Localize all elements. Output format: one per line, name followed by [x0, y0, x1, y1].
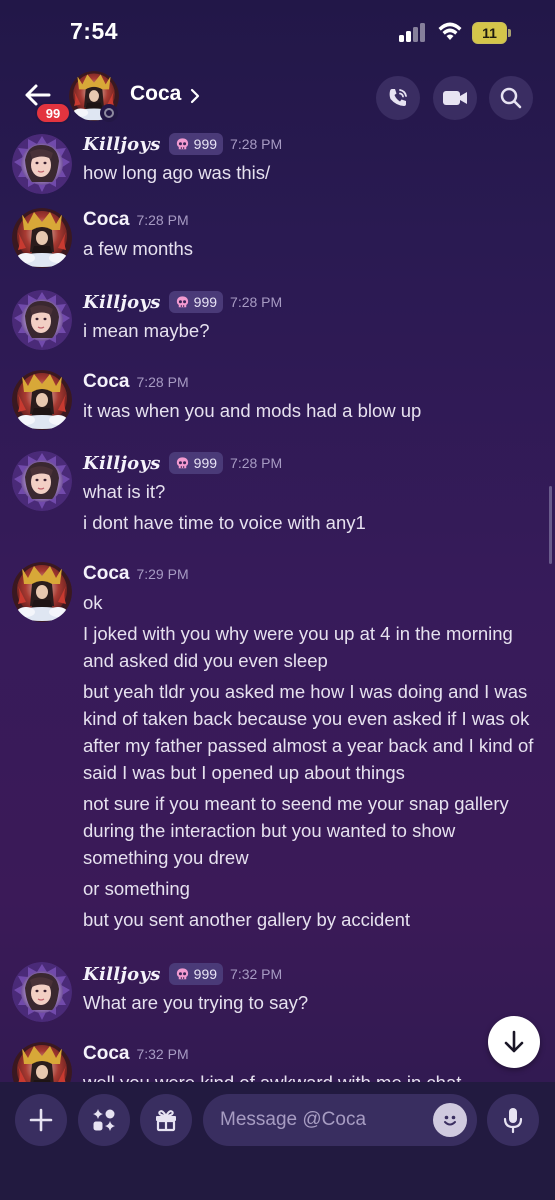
message-text: I joked with you why were you up at 4 in… [83, 623, 513, 671]
avatar[interactable] [12, 134, 72, 194]
timestamp: 7:28 PM [230, 455, 283, 471]
message-text: a few months [83, 238, 194, 259]
voice-call-button[interactable] [376, 76, 420, 120]
role-badge-label: 999 [193, 136, 218, 152]
skull-icon [175, 137, 190, 152]
video-call-button[interactable] [433, 76, 477, 120]
author-name[interactable]: Killjoys [83, 292, 161, 313]
message-meta: Killjoys 999 7:28 PM [83, 132, 282, 156]
battery-level: 11 [472, 22, 507, 44]
gift-button[interactable] [140, 1094, 192, 1146]
message-meta: Coca 7:29 PM [83, 562, 189, 586]
role-badge-label: 999 [193, 966, 218, 982]
message-list[interactable]: Killjoys 999 7:28 PM how long ago was th… [0, 130, 555, 1082]
scrollbar[interactable] [549, 486, 552, 564]
search-button[interactable] [489, 76, 533, 120]
role-badge[interactable]: 999 [168, 452, 224, 474]
avatar[interactable] [12, 562, 72, 622]
plus-icon [29, 1108, 53, 1132]
author-name[interactable]: Killjoys [83, 964, 161, 985]
avatar[interactable] [12, 290, 72, 350]
skull-icon [175, 456, 190, 471]
message-text: well you were kind of awkward with me in… [83, 1069, 543, 1082]
skull-icon [175, 967, 190, 982]
author-name[interactable]: Coca [83, 209, 129, 231]
message-text: but yeah tldr you asked me how I was doi… [83, 681, 534, 783]
emoji-button[interactable] [433, 1103, 467, 1137]
timestamp: 7:29 PM [136, 566, 189, 582]
chat-header: 99 Coca [0, 64, 555, 130]
avatar[interactable] [12, 451, 72, 511]
arrow-down-icon [504, 1030, 524, 1053]
emoji-icon [444, 1115, 456, 1126]
unread-badge: 99 [35, 102, 71, 124]
cellular-signal-icon [399, 23, 427, 42]
gift-icon [156, 1110, 176, 1132]
skull-icon [175, 295, 190, 310]
message-meta: Coca 7:32 PM [83, 1042, 189, 1066]
timestamp: 7:32 PM [230, 966, 283, 982]
message-text: i dont have time to voice with any1 [83, 512, 366, 533]
timestamp: 7:28 PM [230, 136, 283, 152]
message-text: ok [83, 592, 103, 613]
chevron-right-icon[interactable] [188, 86, 202, 106]
role-badge-label: 999 [193, 294, 218, 310]
avatar[interactable] [12, 1042, 72, 1082]
role-badge[interactable]: 999 [168, 291, 224, 313]
message-composer [0, 1082, 555, 1200]
jump-to-bottom-button[interactable] [488, 1016, 540, 1068]
add-attachment-button[interactable] [15, 1094, 67, 1146]
message-meta: Killjoys 999 7:28 PM [83, 290, 282, 314]
role-badge-label: 999 [193, 455, 218, 471]
apps-button[interactable] [78, 1094, 130, 1146]
avatar[interactable] [12, 962, 72, 1022]
message-meta: Coca 7:28 PM [83, 370, 189, 394]
apps-sparkle-icon [93, 1109, 115, 1131]
message-text: or something [83, 878, 190, 899]
voice-message-button[interactable] [487, 1094, 539, 1146]
wifi-icon [438, 22, 462, 40]
message-text: not sure if you meant to seend me your s… [83, 793, 509, 868]
message-meta: Coca 7:28 PM [83, 208, 189, 232]
video-camera-icon [443, 91, 467, 105]
avatar[interactable] [12, 370, 72, 430]
role-badge[interactable]: 999 [168, 963, 224, 985]
author-name[interactable]: Coca [83, 371, 129, 393]
timestamp: 7:32 PM [136, 1046, 189, 1062]
message-meta: Killjoys 999 7:32 PM [83, 962, 282, 986]
search-icon [500, 87, 522, 109]
offline-status-icon [100, 104, 118, 122]
timestamp: 7:28 PM [230, 294, 283, 310]
phone-call-icon [389, 89, 407, 106]
timestamp: 7:28 PM [136, 374, 189, 390]
message-text: it was when you and mods had a blow up [83, 400, 422, 421]
author-name[interactable]: Killjoys [83, 134, 161, 155]
microphone-icon [503, 1108, 523, 1134]
message-text: What are you trying to say? [83, 992, 309, 1013]
author-name[interactable]: Coca [83, 563, 129, 585]
avatar[interactable] [12, 208, 72, 268]
message-text: i mean maybe? [83, 320, 210, 341]
timestamp: 7:28 PM [136, 212, 189, 228]
author-name[interactable]: Killjoys [83, 453, 161, 474]
status-bar: 7:54 11 [0, 0, 555, 64]
role-badge[interactable]: 999 [168, 133, 224, 155]
status-time: 7:54 [70, 18, 119, 44]
contact-name[interactable]: Coca [130, 82, 181, 106]
message-text: but you sent another gallery by accident [83, 909, 411, 930]
message-text: what is it? [83, 481, 166, 502]
message-text: how long ago was this/ [83, 162, 271, 183]
message-meta: Killjoys 999 7:28 PM [83, 451, 282, 475]
author-name[interactable]: Coca [83, 1043, 129, 1065]
battery-icon: 11 [472, 22, 512, 44]
